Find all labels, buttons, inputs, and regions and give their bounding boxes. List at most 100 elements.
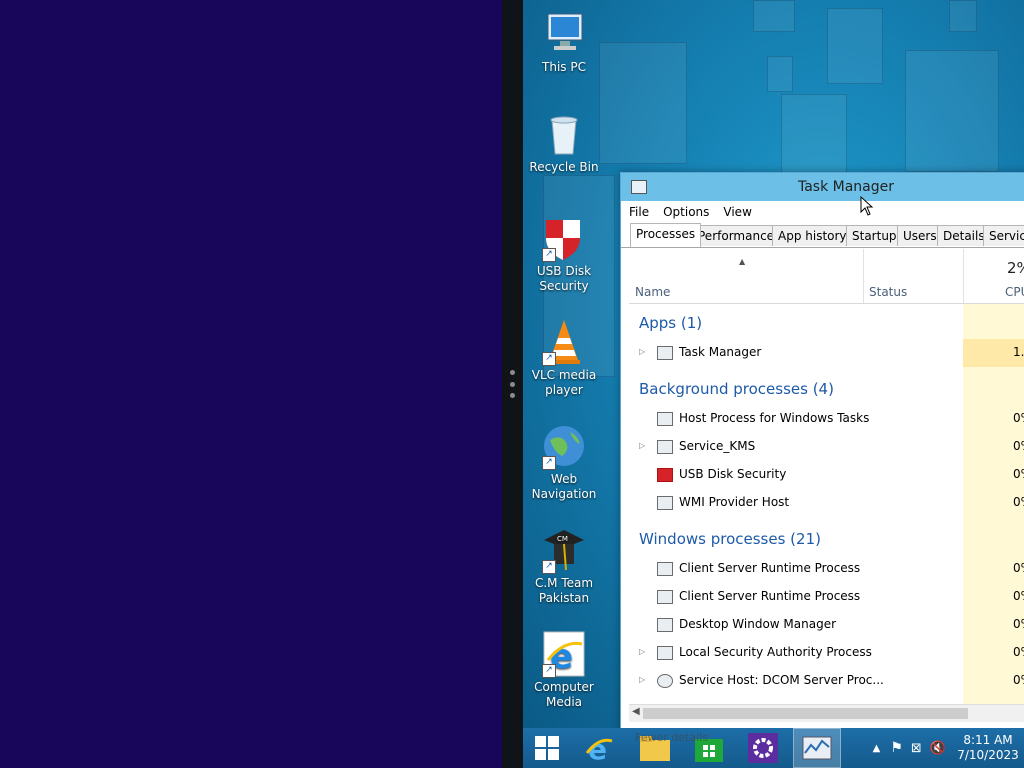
taskbar: e ▲ ⚑ ⊠ 🔇 8:11 AM 7/10/2023 (523, 728, 1024, 768)
window-process-icon (657, 646, 673, 660)
menu-view[interactable]: View (723, 205, 751, 219)
shield-icon: ↗ (540, 214, 588, 262)
process-cpu: 0% (1013, 589, 1024, 603)
process-row[interactable]: ▷ Task Manager 1.9% (629, 339, 1024, 367)
process-row[interactable]: ▷ Service Host: DCOM Server Proc... 0% (629, 667, 1024, 695)
title-bar[interactable]: Task Manager (621, 173, 1024, 201)
process-row[interactable]: ▷ Service_KMS 0% (629, 433, 1024, 461)
divider-grip-icon[interactable] (510, 370, 515, 398)
vlc-cone-icon: ↗ (540, 318, 588, 366)
sort-up-icon: ▲ (739, 257, 746, 266)
horizontal-scrollbar[interactable]: ◀ (629, 704, 1024, 722)
group-windows: Windows processes (21) (639, 530, 821, 548)
desktop-icon-cm-team[interactable]: CM ↗ C.M Team Pakistan (523, 526, 609, 606)
process-cpu: 0% (1013, 617, 1024, 631)
process-cpu: 0% (1013, 673, 1024, 687)
clock[interactable]: 8:11 AM 7/10/2023 (952, 733, 1024, 763)
desktop-icon-web-navigation[interactable]: ↗ Web Navigation (523, 422, 609, 502)
desktop-icon-usb-disk-security[interactable]: ↗ USB Disk Security (523, 214, 609, 294)
menu-options[interactable]: Options (663, 205, 709, 219)
window-process-icon (657, 618, 673, 632)
expand-icon[interactable]: ▷ (639, 441, 645, 450)
scroll-left-icon[interactable]: ◀ (632, 706, 640, 717)
clock-time: 8:11 AM (963, 733, 1013, 747)
window-process-icon (657, 412, 673, 426)
expand-icon[interactable]: ▷ (639, 647, 645, 656)
desktop-icon-label: Recycle Bin (529, 160, 599, 174)
desktop-icon-computer-media[interactable]: e ↗ Computer Media (523, 630, 609, 710)
desktop-icon-label: Web Navigation (531, 472, 597, 501)
process-row[interactable]: Host Process for Windows Tasks 0% (629, 405, 1024, 433)
taskbar-task-manager[interactable] (793, 728, 841, 768)
action-center-flag-icon[interactable]: ⚑ (890, 740, 903, 756)
column-status[interactable]: Status (869, 285, 907, 299)
desktop-icon-recycle-bin[interactable]: Recycle Bin (523, 110, 609, 175)
mouse-cursor-icon (860, 196, 874, 216)
tab-users[interactable]: Users (897, 225, 943, 246)
column-name[interactable]: Name (635, 285, 670, 299)
desktop-icon-label: Computer Media (534, 680, 594, 709)
process-name: Client Server Runtime Process (679, 561, 861, 575)
desktop-icon-label: USB Disk Security (536, 264, 592, 293)
process-name: Task Manager (679, 345, 762, 359)
taskbar-internet-explorer[interactable]: e (575, 728, 623, 768)
desktop-icon-vlc[interactable]: ↗ VLC media player (523, 318, 609, 398)
process-row[interactable]: USB Disk Security 0% (629, 461, 1024, 489)
process-name: Service Host: DCOM Server Proc... (679, 673, 884, 687)
desktop-icon-label: C.M Team Pakistan (534, 576, 594, 605)
process-row[interactable]: WMI Provider Host 0% (629, 489, 1024, 517)
tab-strip: Processes Performance App history Startu… (621, 223, 1024, 248)
group-apps: Apps (1) (639, 314, 703, 332)
shortcut-arrow-icon: ↗ (542, 456, 556, 470)
computer-icon (540, 10, 588, 58)
shortcut-arrow-icon: ↗ (542, 664, 556, 678)
svg-text:CM: CM (557, 535, 568, 543)
scroll-thumb[interactable] (643, 708, 968, 719)
process-name: Host Process for Windows Tasks (679, 411, 870, 425)
network-disconnected-icon[interactable]: ⊠ (911, 741, 922, 756)
process-row[interactable]: Client Server Runtime Process 0% (629, 583, 1024, 611)
task-manager-window[interactable]: Task Manager File Options View Processes… (620, 172, 1024, 734)
column-cpu[interactable]: CPU (1005, 285, 1024, 299)
shortcut-arrow-icon: ↗ (542, 248, 556, 262)
tab-startup[interactable]: Startup (846, 225, 903, 246)
menu-bar: File Options View (621, 201, 1024, 223)
tab-performance[interactable]: Performance (692, 225, 781, 246)
window-process-icon (657, 562, 673, 576)
desktop-icon-label: VLC media player (531, 368, 597, 397)
process-name: Client Server Runtime Process (679, 589, 861, 603)
fewer-details-link[interactable]: Fewer details (635, 731, 708, 744)
wmi-icon (657, 496, 673, 510)
start-button[interactable] (523, 728, 571, 768)
window-title: Task Manager (797, 179, 895, 195)
process-cpu: 0% (1013, 495, 1024, 509)
show-hidden-icons-icon[interactable]: ▲ (873, 743, 881, 754)
expand-icon[interactable]: ▷ (639, 347, 645, 356)
process-row[interactable]: Client Server Runtime Process 0% (629, 555, 1024, 583)
cm-team-icon: CM ↗ (540, 526, 588, 574)
internet-explorer-icon: e (585, 733, 613, 763)
process-name: USB Disk Security (679, 467, 787, 481)
gear-icon (748, 733, 778, 763)
tab-services[interactable]: Service (983, 225, 1024, 246)
shield-icon (657, 468, 673, 482)
menu-file[interactable]: File (629, 205, 649, 219)
process-cpu: 0% (1013, 439, 1024, 453)
tab-processes[interactable]: Processes (630, 223, 702, 247)
desktop-icon-this-pc[interactable]: This PC (523, 10, 609, 75)
process-row[interactable]: Desktop Window Manager 0% (629, 611, 1024, 639)
internet-explorer-icon: e ↗ (540, 630, 588, 678)
tab-app-history[interactable]: App history (772, 225, 853, 246)
task-manager-icon (657, 346, 673, 360)
group-background: Background processes (4) (639, 380, 834, 398)
shortcut-arrow-icon: ↗ (542, 560, 556, 574)
expand-icon[interactable]: ▷ (639, 675, 645, 684)
process-row[interactable]: ▷ Local Security Authority Process 0% (629, 639, 1024, 667)
process-cpu: 0% (1013, 411, 1024, 425)
taskbar-settings[interactable] (739, 728, 787, 768)
desktop-icon-label: This PC (542, 60, 586, 74)
process-cpu: 0% (1013, 561, 1024, 575)
process-cpu: 1.9% (1013, 345, 1024, 359)
volume-muted-icon[interactable]: 🔇 (930, 741, 946, 756)
snap-divider[interactable] (502, 0, 523, 768)
